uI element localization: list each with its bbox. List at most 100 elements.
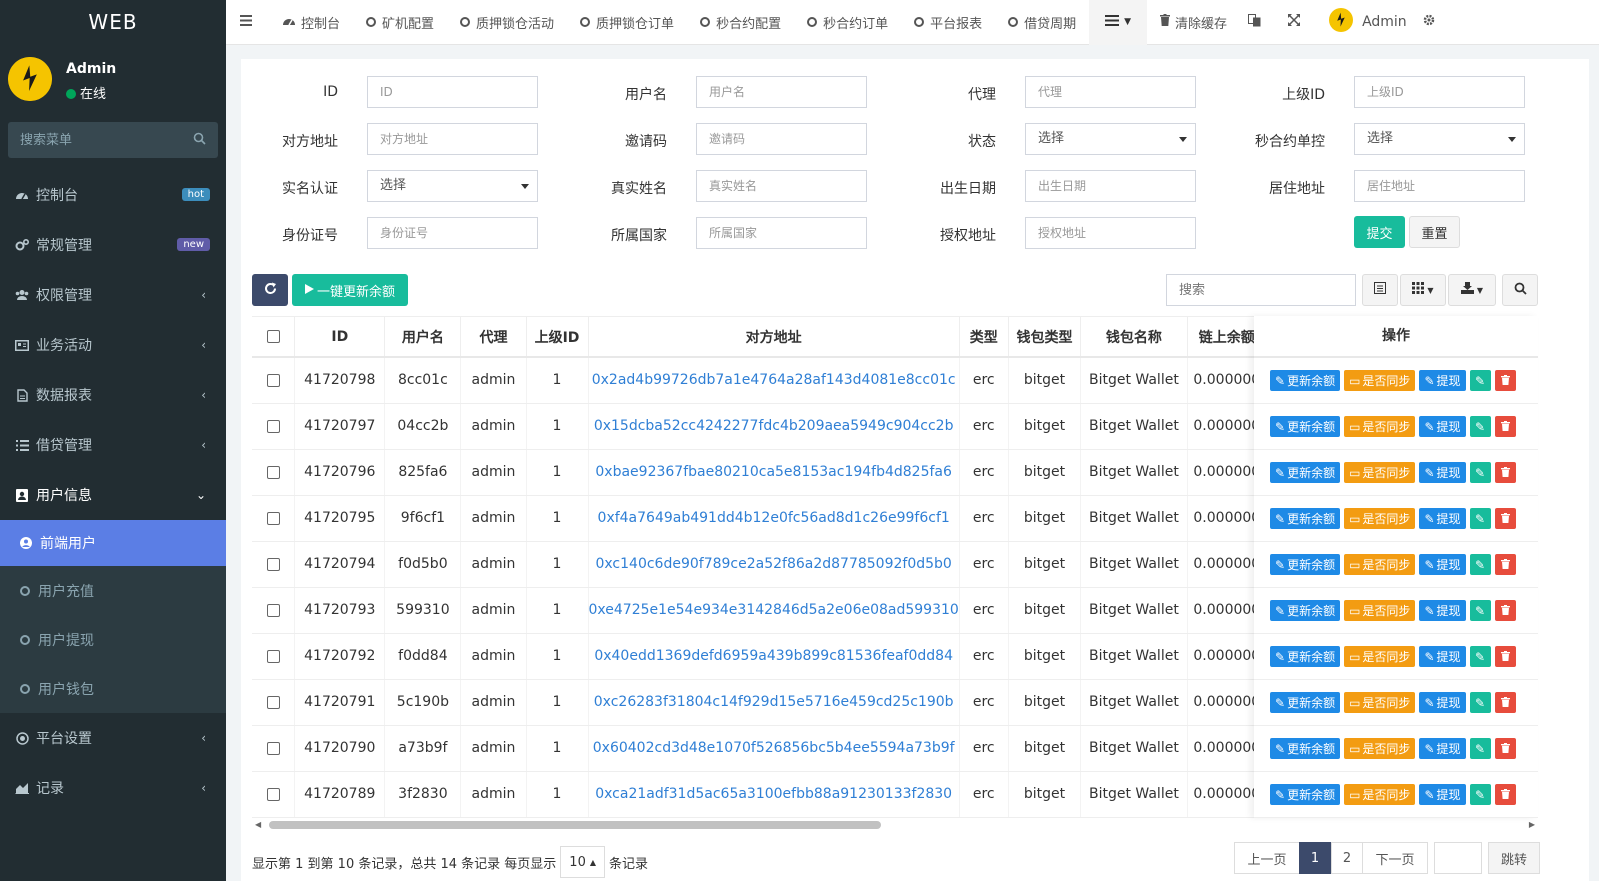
cell-address[interactable]: 0x60402cd3d48e1070f526856bc5b4ee5594a73b…	[588, 725, 960, 772]
col-parent-id[interactable]: 上级ID	[526, 317, 589, 358]
cell-address[interactable]: 0xbae92367fbae80210ca5e8153ac194fb4d825f…	[588, 449, 960, 496]
edit-button[interactable]: ✎	[1469, 508, 1491, 529]
filter-agent-input[interactable]: 代理	[1025, 76, 1196, 108]
tab-contract-config[interactable]: 秒合约配置	[687, 0, 794, 45]
filter-address-input[interactable]: 对方地址	[367, 123, 538, 155]
delete-button[interactable]	[1494, 554, 1516, 575]
filter-idcard-input[interactable]: 身份证号	[367, 217, 538, 249]
cell-address[interactable]: 0x40edd1369defd6959a439b899c81536feaf0dd…	[588, 633, 960, 680]
edit-button[interactable]: ✎	[1469, 462, 1491, 483]
edit-button[interactable]: ✎	[1469, 600, 1491, 621]
delete-button[interactable]	[1494, 600, 1516, 621]
edit-button[interactable]: ✎	[1469, 646, 1491, 667]
col-agent[interactable]: 代理	[460, 317, 527, 358]
edit-button[interactable]: ✎	[1469, 416, 1491, 437]
withdraw-button[interactable]: ✎ 提现	[1419, 370, 1466, 391]
update-all-balance-button[interactable]: 一键更新余额	[292, 274, 408, 306]
edit-button[interactable]: ✎	[1469, 554, 1491, 575]
sidebar-item-reports[interactable]: 数据报表 ‹	[0, 370, 226, 420]
withdraw-button[interactable]: ✎ 提现	[1419, 508, 1466, 529]
translate-button[interactable]	[1240, 0, 1274, 45]
sync-button[interactable]: ▭ 是否同步	[1344, 646, 1416, 667]
row-checkbox[interactable]	[266, 787, 280, 801]
update-balance-button[interactable]: ✎ 更新余额	[1270, 462, 1341, 483]
sidebar-item-dashboard[interactable]: 控制台 hot	[0, 170, 226, 220]
scrollbar-thumb[interactable]	[269, 821, 881, 829]
reset-button[interactable]: 重置	[1409, 216, 1460, 248]
sidebar-item-platform[interactable]: 平台设置 ‹	[0, 713, 226, 763]
update-balance-button[interactable]: ✎ 更新余额	[1270, 416, 1341, 437]
filter-status-select[interactable]: 选择	[1025, 123, 1196, 155]
sidebar-item-withdraw[interactable]: 用户提现	[0, 615, 226, 664]
withdraw-button[interactable]: ✎ 提现	[1419, 416, 1466, 437]
sidebar-item-auth[interactable]: 权限管理 ‹	[0, 270, 226, 320]
settings-button[interactable]	[1417, 0, 1446, 45]
filter-username-input[interactable]: 用户名	[696, 76, 867, 108]
row-checkbox[interactable]	[266, 373, 280, 387]
sidebar-item-records[interactable]: 记录 ‹	[0, 763, 226, 813]
scroll-right-icon[interactable]: ▶	[1529, 820, 1535, 829]
withdraw-button[interactable]: ✎ 提现	[1419, 646, 1466, 667]
refresh-button[interactable]	[252, 274, 288, 306]
table-horizontal-scrollbar[interactable]: ◀ ▶	[255, 820, 1535, 830]
col-address[interactable]: 对方地址	[588, 317, 960, 358]
sidebar-item-userinfo[interactable]: 用户信息 ⌄	[0, 470, 226, 520]
col-wallet-type[interactable]: 钱包类型	[1008, 317, 1082, 358]
cell-address[interactable]: 0xe4725e1e54e934e3142846d5a2e06e08ad5993…	[588, 587, 960, 634]
sync-button[interactable]: ▭ 是否同步	[1344, 784, 1416, 805]
search-icon[interactable]	[193, 132, 206, 149]
update-balance-button[interactable]: ✎ 更新余额	[1270, 646, 1341, 667]
sync-button[interactable]: ▭ 是否同步	[1344, 508, 1416, 529]
prev-page-button[interactable]: 上一页	[1234, 842, 1300, 874]
row-checkbox[interactable]	[266, 465, 280, 479]
update-balance-button[interactable]: ✎ 更新余额	[1270, 692, 1341, 713]
sync-button[interactable]: ▭ 是否同步	[1344, 600, 1416, 621]
col-username[interactable]: 用户名	[384, 317, 462, 358]
tab-dashboard[interactable]: 控制台	[269, 0, 353, 45]
delete-button[interactable]	[1494, 738, 1516, 759]
tab-contract-orders[interactable]: 秒合约订单	[794, 0, 901, 45]
withdraw-button[interactable]: ✎ 提现	[1419, 600, 1466, 621]
tab-miner-config[interactable]: 矿机配置	[353, 0, 447, 45]
update-balance-button[interactable]: ✎ 更新余额	[1270, 784, 1341, 805]
delete-button[interactable]	[1494, 416, 1516, 437]
withdraw-button[interactable]: ✎ 提现	[1419, 784, 1466, 805]
admin-menu[interactable]: Admin	[1319, 0, 1417, 45]
next-page-button[interactable]: 下一页	[1362, 842, 1428, 874]
update-balance-button[interactable]: ✎ 更新余额	[1270, 370, 1341, 391]
delete-button[interactable]	[1494, 462, 1516, 483]
filter-realname-auth-select[interactable]: 选择	[367, 170, 538, 202]
cell-address[interactable]: 0xc140c6de90f789ce2a52f86a2d87785092f0d5…	[588, 541, 960, 588]
update-balance-button[interactable]: ✎ 更新余额	[1270, 554, 1341, 575]
sync-button[interactable]: ▭ 是否同步	[1344, 692, 1416, 713]
sidebar-item-general[interactable]: 常规管理 new	[0, 220, 226, 270]
update-balance-button[interactable]: ✎ 更新余额	[1270, 600, 1341, 621]
page-size-select[interactable]: 10 ▲	[560, 846, 605, 878]
advanced-search-button[interactable]	[1502, 274, 1538, 306]
toggle-view-button[interactable]	[1362, 274, 1398, 306]
fullscreen-button[interactable]	[1274, 0, 1319, 45]
row-checkbox[interactable]	[266, 649, 280, 663]
row-checkbox[interactable]	[266, 695, 280, 709]
delete-button[interactable]	[1494, 370, 1516, 391]
sidebar-item-recharge[interactable]: 用户充值	[0, 566, 226, 615]
col-type[interactable]: 类型	[959, 317, 1009, 358]
edit-button[interactable]: ✎	[1469, 784, 1491, 805]
filter-auth-addr-input[interactable]: 授权地址	[1025, 217, 1196, 249]
row-checkbox[interactable]	[266, 603, 280, 617]
sidebar-item-business[interactable]: 业务活动 ‹	[0, 320, 226, 370]
brand-logo[interactable]: WEB	[0, 0, 226, 45]
page-1-button[interactable]: 1	[1299, 842, 1331, 874]
filter-country-input[interactable]: 所属国家	[696, 217, 867, 249]
page-2-button[interactable]: 2	[1331, 842, 1363, 874]
sync-button[interactable]: ▭ 是否同步	[1344, 554, 1416, 575]
select-all-checkbox[interactable]	[266, 330, 280, 343]
sidebar-item-wallet[interactable]: 用户钱包	[0, 664, 226, 713]
sync-button[interactable]: ▭ 是否同步	[1344, 416, 1416, 437]
filter-invite-input[interactable]: 邀请码	[696, 123, 867, 155]
withdraw-button[interactable]: ✎ 提现	[1419, 692, 1466, 713]
filter-contract-select[interactable]: 选择	[1354, 123, 1525, 155]
more-tabs-dropdown[interactable]: ▼	[1089, 0, 1148, 45]
row-checkbox[interactable]	[266, 741, 280, 755]
tab-staking-activity[interactable]: 质押锁仓活动	[447, 0, 567, 45]
